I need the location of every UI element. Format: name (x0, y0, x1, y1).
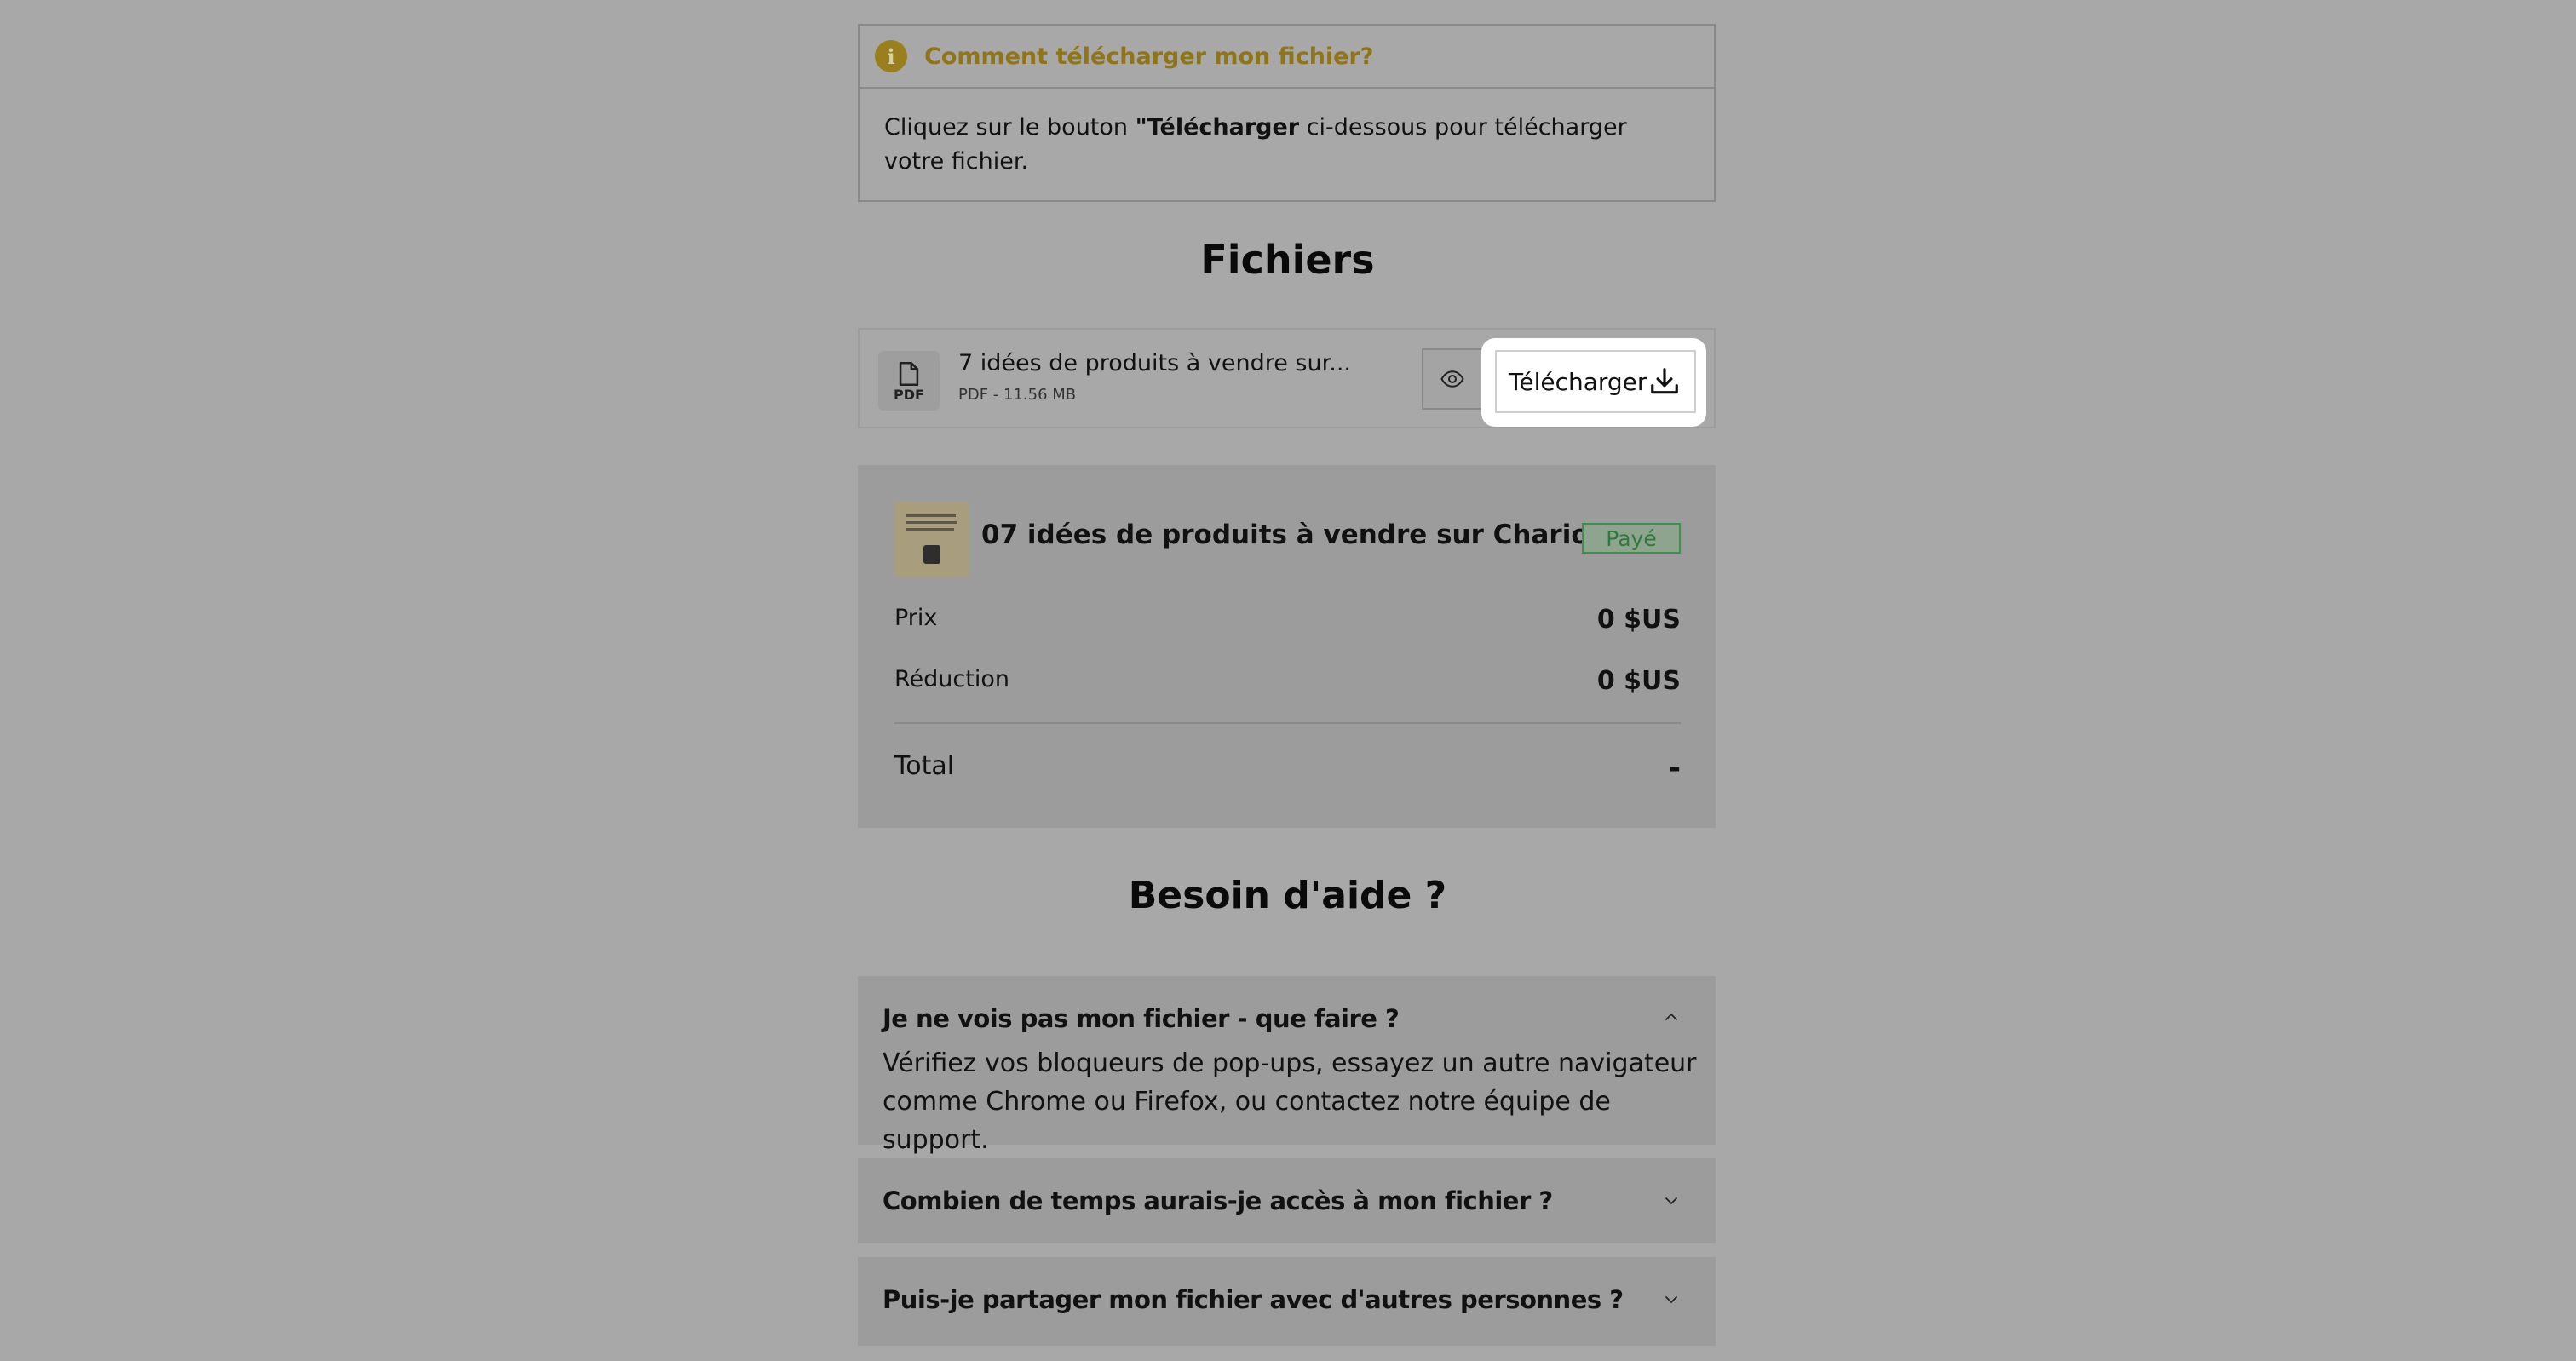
file-row: PDF 7 idées de produits à vendre sur... … (858, 328, 1716, 428)
faq-answer: Vérifiez vos bloqueurs de pop-ups, essay… (883, 1048, 1697, 1155)
price-row: Prix 0 $US (894, 605, 1681, 635)
summary-divider (894, 722, 1681, 724)
faq-question[interactable]: Je ne vois pas mon fichier - que faire ? (883, 1004, 1400, 1033)
faq-item[interactable]: Je ne vois pas mon fichier - que faire ?… (858, 976, 1716, 1155)
faq-question[interactable]: Combien de temps aurais-je accès à mon f… (883, 1186, 1553, 1215)
info-title: Comment télécharger mon fichier? (924, 43, 1374, 70)
total-label: Total (894, 751, 955, 781)
file-meta: PDF - 11.56 MB (958, 386, 1077, 404)
download-label: Télécharger (1509, 367, 1647, 396)
discount-label: Réduction (894, 666, 1009, 692)
product-title: 07 idées de produits à vendre sur Chario… (981, 520, 1614, 550)
chevron-up-icon[interactable] (1661, 1007, 1682, 1027)
help-heading: Besoin d'aide ? (1128, 874, 1447, 917)
discount-value: 0 $US (1596, 666, 1681, 696)
download-icon (1651, 368, 1678, 394)
pdf-file-icon: PDF (878, 351, 940, 411)
eye-icon (1440, 370, 1464, 388)
info-body-bold: "Télécharger (1135, 114, 1300, 141)
status-badge: Payé (1582, 523, 1681, 554)
price-value: 0 $US (1596, 605, 1681, 635)
price-label: Prix (894, 605, 938, 631)
order-summary: 07 idées de produits à vendre sur Chario… (858, 465, 1716, 828)
faq-item[interactable]: Combien de temps aurais-je accès à mon f… (858, 1158, 1716, 1243)
discount-row: Réduction 0 $US (894, 666, 1681, 696)
pdf-type-label: PDF (894, 386, 924, 403)
chevron-down-icon[interactable] (1661, 1191, 1682, 1211)
download-highlight: Télécharger (1481, 338, 1706, 427)
info-icon: i (875, 40, 907, 72)
preview-button[interactable] (1422, 348, 1483, 410)
download-button[interactable]: Télécharger (1495, 350, 1696, 413)
product-thumbnail (894, 502, 969, 577)
info-box-header: i Comment télécharger mon fichier? (860, 26, 1714, 89)
files-heading: Fichiers (1200, 237, 1375, 283)
info-box: i Comment télécharger mon fichier? Cliqu… (858, 24, 1716, 202)
info-body: Cliquez sur le bouton "Télécharger ci-de… (860, 89, 1714, 179)
total-row: Total - (894, 751, 1681, 785)
chevron-down-icon[interactable] (1661, 1289, 1682, 1310)
info-body-text: Cliquez sur le bouton (884, 114, 1136, 141)
faq-question[interactable]: Puis-je partager mon fichier avec d'autr… (883, 1285, 1624, 1314)
faq-item[interactable]: Puis-je partager mon fichier avec d'autr… (858, 1257, 1716, 1346)
total-value: - (1668, 751, 1681, 785)
file-name: 7 idées de produits à vendre sur... (958, 350, 1351, 376)
